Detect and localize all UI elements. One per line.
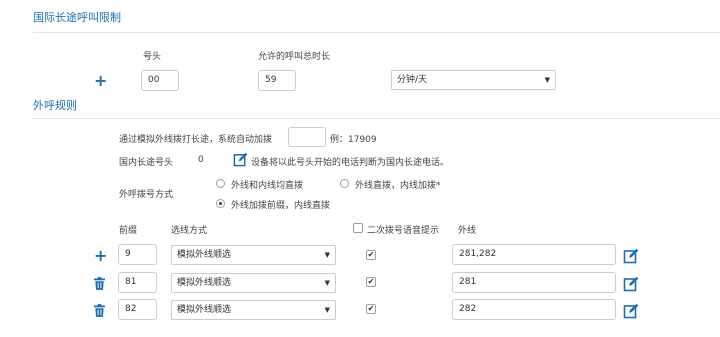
column-header-duration: 允许的呼叫总时长	[258, 52, 331, 62]
chevron-down-icon: ▼	[324, 306, 330, 314]
dial-mode-radio-1[interactable]	[216, 179, 225, 188]
add-international-rule-button[interactable]: +	[94, 73, 107, 89]
column-header-prefix: 号头	[143, 52, 162, 62]
section-title-outbound: 外呼规则	[33, 99, 77, 112]
dial-mode-radio-2[interactable]	[340, 179, 349, 188]
edit-icon[interactable]	[233, 152, 248, 167]
column-header-second-dial: 二次拨号语音提示	[367, 226, 440, 236]
duration-unit-value: 分钟/天	[397, 75, 428, 85]
domestic-prefix-description: 设备将以此号头开始的电话判断为国内长途电话。	[251, 158, 450, 168]
section-title-international: 国际长途呼叫限制	[33, 11, 121, 24]
dial-mode-option-3: 外线加拨前缀，内线直拨	[231, 201, 331, 211]
column-header-line-mode: 选线方式	[171, 226, 208, 236]
edit-icon[interactable]	[623, 248, 639, 264]
trash-icon[interactable]	[94, 277, 105, 290]
rule-line-mode-select[interactable]: 模拟外线顺选 ▼	[171, 273, 336, 293]
edit-icon[interactable]	[623, 276, 639, 292]
chevron-down-icon: ▼	[324, 279, 330, 287]
plus-icon: +	[94, 246, 108, 265]
plus-icon: +	[94, 71, 108, 90]
rule-line-mode-value: 模拟外线顺选	[177, 278, 232, 288]
edit-icon[interactable]	[623, 303, 639, 319]
rule-trunk-input[interactable]: 281	[452, 272, 616, 293]
dial-mode-option-1: 外线和内线均直拨	[231, 181, 304, 191]
rule-prefix-input[interactable]: 81	[118, 272, 157, 293]
section-divider	[33, 118, 720, 119]
chevron-down-icon: ▼	[544, 76, 550, 84]
auto-prefix-text: 通过模拟外线拨打长途，系统自动加拨	[119, 135, 273, 145]
dial-mode-radio-3[interactable]	[216, 199, 225, 208]
domestic-prefix-value: 0	[198, 155, 204, 165]
rule-prefix-input[interactable]: 9	[118, 244, 157, 265]
rule-line-mode-value: 模拟外线顺选	[177, 305, 232, 315]
auto-prefix-input[interactable]	[288, 127, 326, 147]
rule-prefix-input[interactable]: 82	[118, 299, 157, 320]
second-dial-master-checkbox[interactable]	[353, 223, 363, 233]
rule-second-dial-checkbox[interactable]: ✔	[366, 250, 376, 260]
rule-trunk-input[interactable]: 282	[452, 299, 616, 320]
rule-line-mode-select[interactable]: 模拟外线顺选 ▼	[171, 300, 336, 320]
rule-second-dial-checkbox[interactable]: ✔	[366, 304, 376, 314]
duration-input[interactable]: 59	[258, 70, 296, 91]
auto-prefix-example: 例：17909	[330, 135, 377, 145]
column-header-trunk: 外线	[458, 226, 477, 236]
column-header-prefix: 前缀	[119, 226, 138, 236]
trash-icon[interactable]	[94, 304, 105, 317]
duration-unit-select[interactable]: 分钟/天 ▼	[391, 70, 556, 90]
rule-second-dial-checkbox[interactable]: ✔	[366, 277, 376, 287]
dial-mode-option-2: 外线直拨，内线加拨*	[355, 181, 441, 191]
domestic-prefix-label: 国内长途号头	[119, 158, 174, 168]
rule-line-mode-value: 模拟外线顺选	[177, 250, 232, 260]
add-rule-button[interactable]: +	[94, 248, 107, 264]
international-prefix-input[interactable]: 00	[141, 70, 179, 91]
section-divider	[33, 32, 720, 33]
dial-mode-label: 外呼拨号方式	[119, 190, 174, 200]
rule-line-mode-select[interactable]: 模拟外线顺选 ▼	[171, 245, 336, 265]
chevron-down-icon: ▼	[324, 251, 330, 259]
rule-trunk-input[interactable]: 281,282	[452, 244, 616, 265]
